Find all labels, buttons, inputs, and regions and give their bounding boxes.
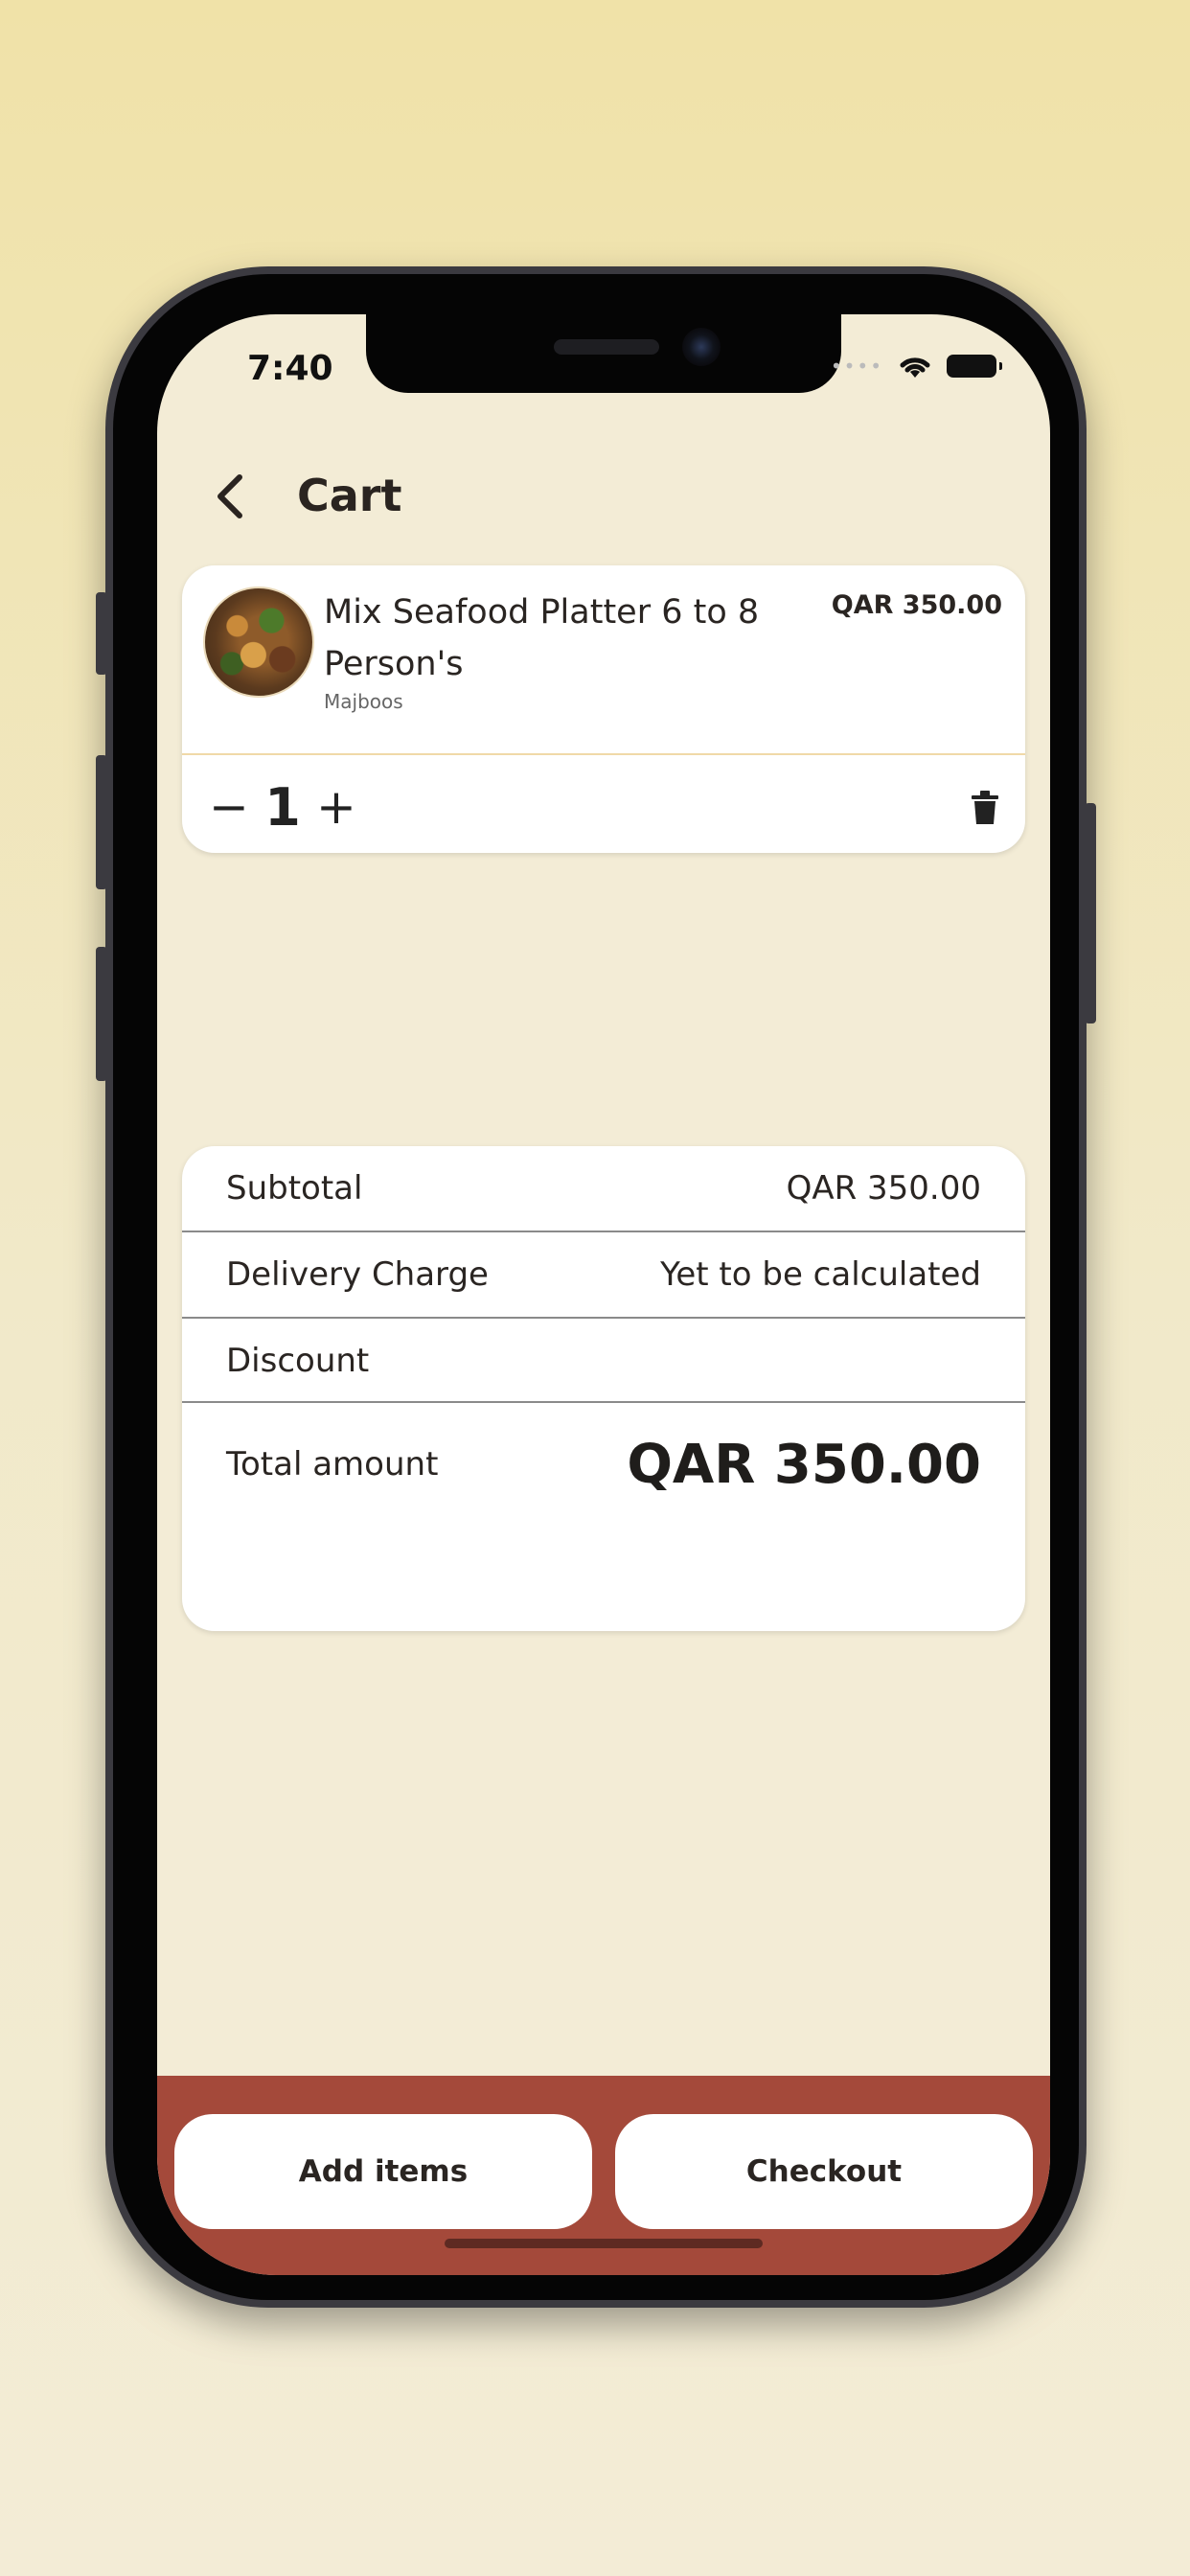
quantity-value: 1: [264, 776, 301, 838]
battery-icon: [947, 355, 1002, 378]
decrease-quantity-button[interactable]: −: [207, 783, 251, 831]
add-items-button[interactable]: Add items: [174, 2114, 592, 2229]
status-time: 7:40: [247, 349, 333, 388]
discount-label: Discount: [226, 1342, 370, 1380]
order-summary-card: Subtotal QAR 350.00 Delivery Charge Yet …: [182, 1146, 1025, 1631]
power-button: [1085, 803, 1096, 1024]
page-title: Cart: [297, 470, 402, 521]
mute-switch: [96, 592, 107, 675]
delivery-row: Delivery Charge Yet to be calculated: [182, 1232, 1025, 1317]
item-name: Mix Seafood Platter 6 to 8 Person's: [324, 593, 760, 683]
trash-icon[interactable]: [970, 790, 1000, 826]
item-thumbnail: [203, 586, 314, 698]
home-indicator: [445, 2239, 763, 2248]
subtotal-label: Subtotal: [226, 1169, 363, 1208]
subtotal-row: Subtotal QAR 350.00: [182, 1146, 1025, 1230]
wifi-icon: [900, 357, 930, 378]
bottom-action-bar: Add items Checkout: [157, 2076, 1050, 2275]
back-arrow-icon[interactable]: [205, 470, 259, 523]
total-label: Total amount: [226, 1445, 439, 1484]
increase-quantity-button[interactable]: +: [314, 783, 358, 831]
item-divider: [182, 753, 1025, 755]
cart-item-card: Mix Seafood Platter 6 to 8 Person's Majb…: [182, 565, 1025, 853]
earpiece-speaker: [554, 339, 659, 355]
summary-divider: [182, 1401, 1025, 1403]
front-camera: [682, 328, 721, 366]
item-price: QAR 350.00: [831, 590, 1002, 620]
subtotal-value: QAR 350.00: [786, 1169, 981, 1208]
total-row: Total amount QAR 350.00: [182, 1416, 1025, 1512]
volume-down-button: [96, 947, 107, 1081]
app-screen: 7:40 •••• Cart Mix Seafood Platter 6 to …: [157, 314, 1050, 2275]
phone-bezel: 7:40 •••• Cart Mix Seafood Platter 6 to …: [113, 274, 1079, 2300]
phone-frame: 7:40 •••• Cart Mix Seafood Platter 6 to …: [96, 266, 1096, 2308]
notch: [366, 314, 841, 393]
quantity-stepper: − 1 +: [207, 776, 358, 838]
volume-up-button: [96, 755, 107, 889]
item-restaurant: Majboos: [324, 690, 403, 713]
delivery-label: Delivery Charge: [226, 1255, 489, 1294]
checkout-button[interactable]: Checkout: [615, 2114, 1033, 2229]
discount-row: Discount: [182, 1319, 1025, 1403]
delivery-value: Yet to be calculated: [660, 1255, 981, 1294]
cellular-signal-icon: ••••: [830, 355, 883, 378]
total-value: QAR 350.00: [627, 1433, 981, 1496]
status-icons: ••••: [830, 353, 1002, 380]
header-bar: Cart: [157, 448, 1050, 544]
